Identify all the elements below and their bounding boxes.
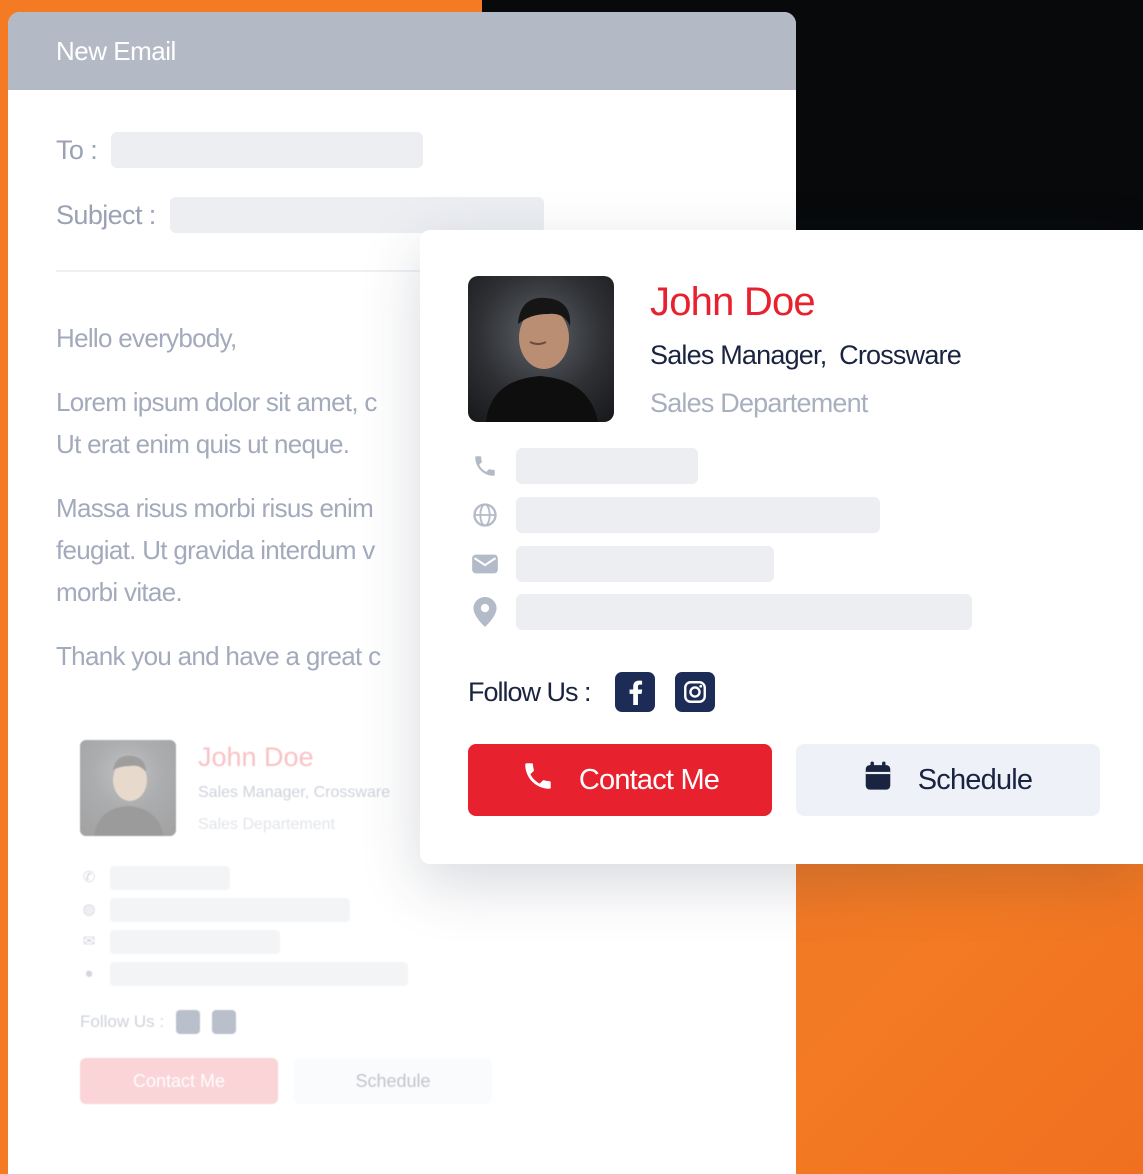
mail-icon [468,547,502,581]
website-placeholder [516,497,880,533]
subject-field-row: Subject : [56,197,544,233]
calendar-icon [864,761,892,799]
signature-department: Sales Departement [650,388,868,418]
facebook-icon[interactable] [614,672,655,712]
phone-icon [468,449,502,483]
website-row [468,497,880,533]
instagram-icon [212,1010,237,1034]
small-web-placeholder [110,898,350,922]
email-header: New Email [8,12,796,90]
small-phone-placeholder [110,866,230,890]
contact-me-button[interactable]: Contact Me [468,744,772,816]
phone-icon: ✆ [82,869,96,886]
small-avatar [80,740,176,836]
globe-icon [468,498,502,532]
email-window-title: New Email [56,35,176,66]
location-row [468,594,972,630]
globe-icon: ◍ [82,901,96,918]
to-field-row: To : [56,132,424,168]
mail-icon: ✉ [82,933,96,950]
small-schedule-button: Schedule [294,1058,492,1104]
small-title: Sales Manager, Crossware [198,784,391,801]
location-pin-icon [468,595,502,629]
contact-me-label: Contact Me [578,763,720,796]
small-follow-label: Follow Us : [80,1012,165,1031]
schedule-label: Schedule [917,763,1033,796]
follow-us: Follow Us : [468,672,735,712]
small-mail-row: ✉ [80,930,280,954]
small-location-row: ● [80,962,408,986]
subject-label: Subject : [56,199,156,230]
small-department: Sales Departement [198,816,335,833]
small-name: John Doe [198,742,314,772]
small-location-placeholder [110,962,408,986]
signature-title: Sales Manager, Crossware [650,340,962,371]
phone-row [468,448,698,484]
small-phone-row: ✆ [80,866,230,890]
phone-placeholder [516,448,698,484]
email-placeholder [516,546,774,582]
location-pin-icon: ● [84,965,94,982]
job-title: Sales Manager, [650,340,827,370]
small-web-row: ◍ [80,898,350,922]
small-mail-placeholder [110,930,280,954]
company-name: Crossware [839,340,962,370]
small-follow-us: Follow Us : [80,1010,237,1034]
schedule-button[interactable]: Schedule [796,744,1100,816]
small-contact-button: Contact Me [80,1058,278,1104]
location-placeholder [516,594,972,630]
phone-icon [521,759,555,801]
signature-name: John Doe [650,280,816,324]
subject-input[interactable] [169,197,544,233]
follow-us-label: Follow Us : [468,676,592,707]
to-input[interactable] [111,132,424,168]
instagram-icon[interactable] [674,672,715,712]
avatar [468,276,614,422]
to-label: To : [56,134,98,165]
facebook-icon [176,1010,201,1034]
signature-card: John Doe Sales Manager, Crossware Sales … [420,230,1143,864]
email-row [468,546,774,582]
